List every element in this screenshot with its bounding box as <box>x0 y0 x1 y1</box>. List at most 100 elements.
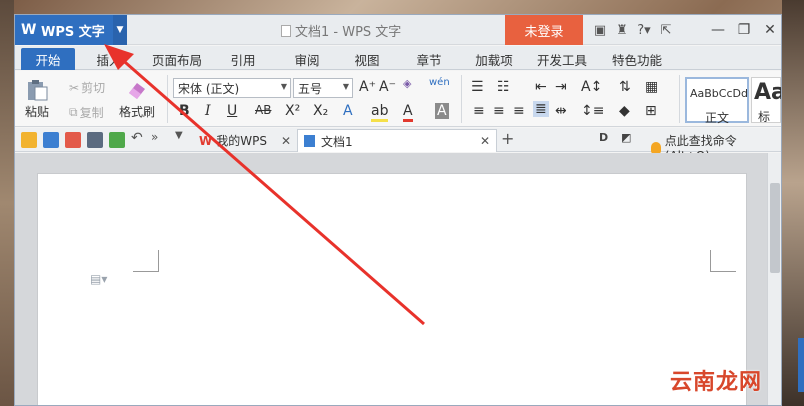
wps-logo-icon: W <box>21 22 37 38</box>
undo-icon[interactable]: ↶ <box>131 130 147 146</box>
phonetic-guide-icon[interactable]: wén <box>429 77 450 88</box>
format-painter-button[interactable]: 格式刷 <box>119 79 155 120</box>
tab-chapter[interactable]: 章节 <box>411 48 447 70</box>
open-folder-icon[interactable] <box>21 132 37 148</box>
paragraph-options-icon[interactable]: ▤▾ <box>90 272 107 286</box>
desktop-background-left <box>0 0 14 406</box>
window-title: 文档1 - WPS 文字 <box>281 21 401 40</box>
cut-label: 剪切 <box>81 81 106 95</box>
style-normal-preview: AaBbCcDd <box>690 87 748 100</box>
print-preview-icon[interactable] <box>109 132 125 148</box>
tab-view[interactable]: 视图 <box>349 48 385 70</box>
style-heading-preview: Aa <box>754 80 781 105</box>
paragraph-shading-icon[interactable]: ◆ <box>619 103 630 119</box>
font-size-select[interactable]: 五号 ▼ <box>293 78 353 98</box>
cut-button[interactable]: ✂ 剪切 <box>69 79 105 96</box>
window-title-text: 文档1 - WPS 文字 <box>295 25 402 40</box>
character-shading-icon[interactable]: A <box>435 103 449 119</box>
doc-assistant-icon[interactable]: D <box>599 131 615 147</box>
style-heading-label: 标 <box>758 110 771 124</box>
borders-icon[interactable]: ⊞ <box>645 103 657 119</box>
distributed-align-icon[interactable]: ⇹ <box>555 103 567 119</box>
superscript-icon[interactable]: X² <box>285 103 300 119</box>
side-panel-handle[interactable] <box>798 338 804 392</box>
shrink-font-icon[interactable]: A⁻ <box>379 79 396 95</box>
margin-marker-right <box>710 250 736 272</box>
strikethrough-icon[interactable]: AB <box>255 103 271 117</box>
tool-icon[interactable]: ◩ <box>621 131 637 147</box>
tab-developer[interactable]: 开发工具 <box>533 48 591 70</box>
bold-icon[interactable]: B <box>179 103 190 119</box>
justify-icon[interactable]: ≣ <box>533 101 549 117</box>
ribbon-separator <box>679 75 680 123</box>
close-icon[interactable]: ✕ <box>480 134 490 148</box>
grow-font-icon[interactable]: A⁺ <box>359 79 376 95</box>
numbered-list-icon[interactable]: ☷ <box>497 79 510 95</box>
highlight-icon[interactable]: ab <box>371 103 389 122</box>
italic-icon[interactable]: I <box>205 103 211 119</box>
style-normal[interactable]: AaBbCcDd 正文 <box>685 77 749 125</box>
quick-access-toolbar: ↶ » ▼ W 我的WPS ✕ 文档1 ✕ + D ◩ 点此查找命令 (Alt+… <box>15 128 781 163</box>
font-name-select[interactable]: 宋体 (正文) ▼ <box>173 78 291 98</box>
font-size-value: 五号 <box>298 81 323 96</box>
new-tab-icon[interactable]: + <box>501 129 517 148</box>
tab-my-wps[interactable]: W 我的WPS ✕ <box>193 129 297 152</box>
align-center-icon[interactable]: ≡ <box>493 103 505 119</box>
clipboard-icon <box>28 80 48 101</box>
lightbulb-icon <box>651 141 661 154</box>
tab-page-layout[interactable]: 页面布局 <box>147 48 207 70</box>
vertical-scrollbar[interactable] <box>767 153 781 405</box>
align-right-icon[interactable]: ≡ <box>513 103 525 119</box>
align-left-icon[interactable]: ≡ <box>473 103 485 119</box>
tab-home[interactable]: 开始 <box>21 48 75 70</box>
eraser-icon <box>129 83 145 99</box>
help-icon[interactable]: ?▾ <box>633 23 655 38</box>
app-menu-button[interactable]: W WPS 文字 ▼ <box>15 15 127 45</box>
close-icon[interactable]: ✕ <box>281 134 291 148</box>
chevron-down-icon: ▼ <box>280 82 287 91</box>
tab-addins[interactable]: 加载项 <box>471 48 517 70</box>
clear-format-icon[interactable]: ◈ <box>403 77 411 90</box>
tab-special-features[interactable]: 特色功能 <box>605 48 669 70</box>
fullscreen-icon[interactable]: ⇱ <box>655 23 677 38</box>
scissors-icon: ✂ <box>69 80 80 95</box>
chevron-down-icon: ▼ <box>342 82 349 91</box>
font-color-icon[interactable]: A <box>403 103 413 122</box>
login-button[interactable]: 未登录 <box>505 15 583 45</box>
style-heading[interactable]: Aa 标 <box>751 77 781 124</box>
chevron-down-icon[interactable]: ▼ <box>175 130 191 146</box>
app-name: WPS 文字 <box>41 24 105 40</box>
tab-review[interactable]: 审阅 <box>289 48 325 70</box>
close-icon[interactable]: ✕ <box>757 22 781 38</box>
decrease-indent-icon[interactable]: ⇤ <box>535 79 547 95</box>
margin-marker-left <box>133 250 159 272</box>
minimize-icon[interactable]: — <box>705 22 731 38</box>
text-effect-icon[interactable]: A <box>343 103 353 119</box>
more-icon[interactable]: » <box>151 130 167 146</box>
tab-document1[interactable]: 文档1 ✕ <box>297 129 497 152</box>
ribbon-separator <box>461 75 462 123</box>
line-spacing-icon[interactable]: ↕≡ <box>581 103 604 119</box>
tab-references[interactable]: 引用 <box>225 48 261 70</box>
bullet-list-icon[interactable]: ☰ <box>471 79 484 95</box>
increase-indent-icon[interactable]: ⇥ <box>555 79 567 95</box>
tshirt-icon[interactable]: ♜ <box>611 23 633 38</box>
save-icon[interactable] <box>43 132 59 148</box>
table-grid-icon[interactable]: ▦ <box>645 79 658 95</box>
wps-logo-icon: W <box>199 133 213 148</box>
print-icon[interactable] <box>87 132 103 148</box>
copy-button[interactable]: ⧉ 复制 <box>69 104 104 121</box>
paste-button[interactable]: 粘贴 <box>25 79 49 120</box>
underline-icon[interactable]: U <box>227 103 237 119</box>
document-page[interactable]: ▤▾ <box>37 173 747 405</box>
text-direction-icon[interactable]: A↕ <box>581 79 602 95</box>
tab-insert[interactable]: 插入 <box>89 48 129 70</box>
restore-icon[interactable]: ❐ <box>731 22 757 38</box>
skin-icon[interactable]: ▣ <box>589 23 611 38</box>
sort-icon[interactable]: ⇅ <box>619 79 631 95</box>
export-pdf-icon[interactable] <box>65 132 81 148</box>
tab-document1-label: 文档1 <box>321 134 353 149</box>
chevron-down-icon[interactable]: ▼ <box>113 15 127 45</box>
subscript-icon[interactable]: X₂ <box>313 103 328 119</box>
scrollbar-thumb[interactable] <box>770 183 780 273</box>
